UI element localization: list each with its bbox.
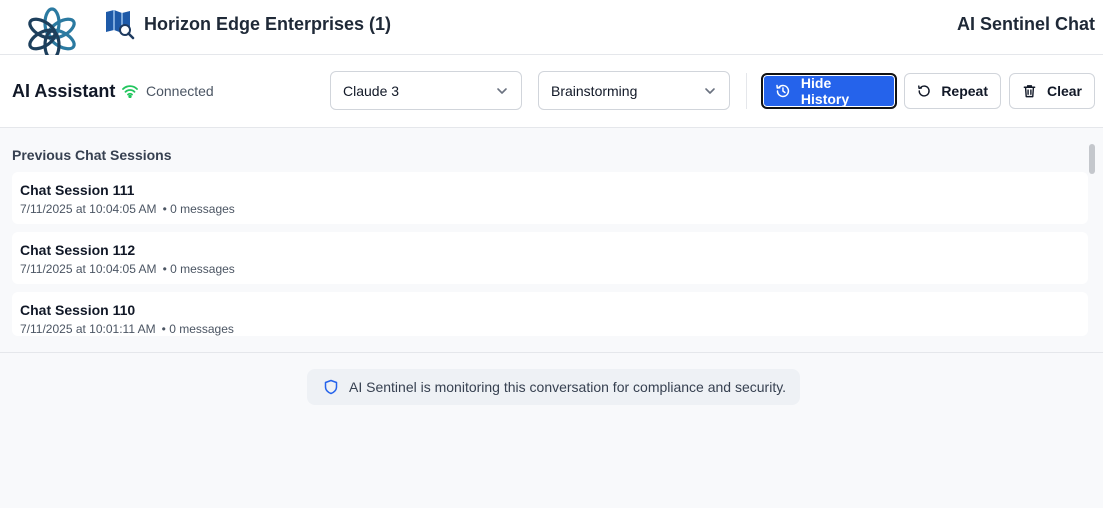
- session-timestamp: 7/11/2025 at 10:04:05 AM: [20, 202, 157, 216]
- chat-session-item[interactable]: Chat Session 110 7/11/2025 at 10:01:11 A…: [12, 292, 1088, 336]
- session-message-count: • 0 messages: [162, 262, 235, 276]
- chevron-down-icon: [497, 87, 507, 94]
- session-message-count: • 0 messages: [162, 202, 235, 216]
- chevron-down-icon: [705, 87, 715, 94]
- hide-history-label: Hide History: [800, 75, 850, 107]
- model-select-value: Claude 3: [343, 82, 400, 99]
- connection-status-label: Connected: [146, 83, 214, 99]
- toolbar-divider: [746, 73, 747, 109]
- app-header: Horizon Edge Enterprises (1) AI Sentinel…: [0, 0, 1103, 61]
- clear-button[interactable]: Clear: [1009, 73, 1095, 109]
- chat-history-panel: Previous Chat Sessions Chat Session 111 …: [0, 128, 1103, 353]
- history-icon: [776, 84, 790, 98]
- session-message-count: • 0 messages: [161, 322, 234, 336]
- organization-name: Horizon Edge Enterprises (1): [144, 14, 392, 34]
- chat-session-item[interactable]: Chat Session 112 7/11/2025 at 10:04:05 A…: [12, 232, 1088, 284]
- mode-select[interactable]: Brainstorming: [538, 71, 730, 110]
- session-timestamp: 7/11/2025 at 10:01:11 AM: [20, 322, 156, 336]
- session-title: Chat Session 110: [20, 302, 136, 318]
- repeat-label: Repeat: [941, 83, 988, 99]
- chat-toolbar: AI Assistant Connected Claude 3 Brainsto…: [0, 55, 1103, 128]
- compliance-notice: AI Sentinel is monitoring this conversat…: [307, 369, 800, 405]
- connection-status: Connected: [122, 83, 214, 99]
- app-title: AI Sentinel Chat: [956, 14, 1095, 34]
- shield-icon: [324, 379, 338, 395]
- compliance-notice-text: AI Sentinel is monitoring this conversat…: [349, 379, 787, 395]
- session-title: Chat Session 111: [20, 182, 135, 198]
- chat-session-item[interactable]: Chat Session 111 7/11/2025 at 10:04:05 A…: [12, 172, 1088, 224]
- session-meta: 7/11/2025 at 10:04:05 AM • 0 messages: [20, 262, 1080, 276]
- history-heading: Previous Chat Sessions: [12, 147, 172, 163]
- hide-history-button[interactable]: Hide History: [761, 73, 897, 109]
- history-scrollbar[interactable]: [1089, 144, 1095, 174]
- rotate-ccw-icon: [918, 85, 930, 97]
- session-meta: 7/11/2025 at 10:04:05 AM • 0 messages: [20, 202, 1080, 216]
- session-meta: 7/11/2025 at 10:01:11 AM • 0 messages: [20, 322, 1080, 336]
- trash-icon: [1023, 85, 1036, 98]
- session-timestamp: 7/11/2025 at 10:04:05 AM: [20, 262, 157, 276]
- session-title: Chat Session 112: [20, 242, 136, 258]
- repeat-button[interactable]: Repeat: [904, 73, 1001, 109]
- clear-label: Clear: [1046, 83, 1082, 99]
- wifi-icon: [122, 85, 138, 98]
- mode-select-value: Brainstorming: [551, 82, 638, 99]
- assistant-title: AI Assistant: [12, 81, 116, 101]
- model-select[interactable]: Claude 3: [330, 71, 522, 110]
- map-search-icon: [106, 10, 135, 40]
